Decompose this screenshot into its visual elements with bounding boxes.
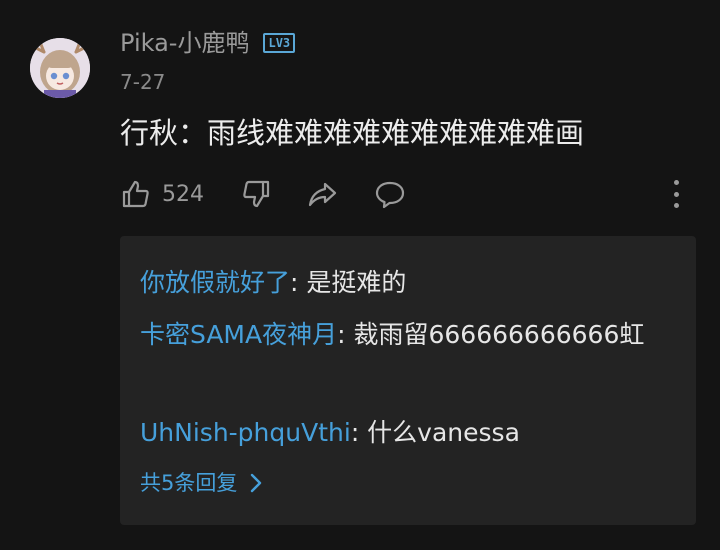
reply-bubble-icon: [375, 181, 405, 209]
reply-item: UhNish-phquVthi: 什么vanessa: [140, 412, 660, 454]
comment-date: 7-27: [120, 70, 166, 94]
reply-author[interactable]: 卡密SAMA夜神月: [140, 320, 337, 349]
view-all-replies-link[interactable]: 共5条回复: [140, 468, 263, 498]
reply-text: : 裁雨留666666666666虹: [337, 320, 645, 349]
reply-item: 卡密SAMA夜神月: 裁雨留666666666666虹: [140, 314, 660, 356]
reply-item: 你放假就好了: 是挺难的: [140, 262, 660, 304]
like-count: 524: [162, 181, 204, 207]
reply-panel: 你放假就好了: 是挺难的 卡密SAMA夜神月: 裁雨留666666666666虹…: [120, 236, 696, 525]
chevron-right-icon: [251, 473, 262, 493]
more-vertical-icon: [673, 180, 679, 185]
like-button[interactable]: 524: [120, 178, 204, 210]
avatar-image: [30, 38, 90, 98]
view-all-replies-label: 共5条回复: [140, 471, 238, 495]
thumbs-down-icon: [243, 180, 270, 208]
level-badge: LV3: [263, 33, 296, 53]
reply-text: : 是挺难的: [290, 268, 407, 297]
username[interactable]: Pika-小鹿鸭: [120, 26, 249, 60]
comment-text: 行秋：雨线难难难难难难难难难难画: [120, 116, 585, 150]
reply-author[interactable]: 你放假就好了: [140, 268, 290, 297]
reply-author[interactable]: UhNish-phquVthi: [140, 418, 351, 447]
share-button[interactable]: [306, 178, 338, 210]
more-options-button[interactable]: [664, 180, 688, 208]
comment-username-row: Pika-小鹿鸭 LV3: [120, 26, 296, 60]
thumbs-up-icon: [122, 180, 149, 208]
reply-button[interactable]: [374, 178, 406, 210]
comment-actions: 524: [120, 172, 406, 216]
reply-text: : 什么vanessa: [350, 418, 520, 447]
avatar[interactable]: [30, 38, 90, 98]
share-icon: [308, 182, 337, 207]
dislike-button[interactable]: [240, 178, 272, 210]
